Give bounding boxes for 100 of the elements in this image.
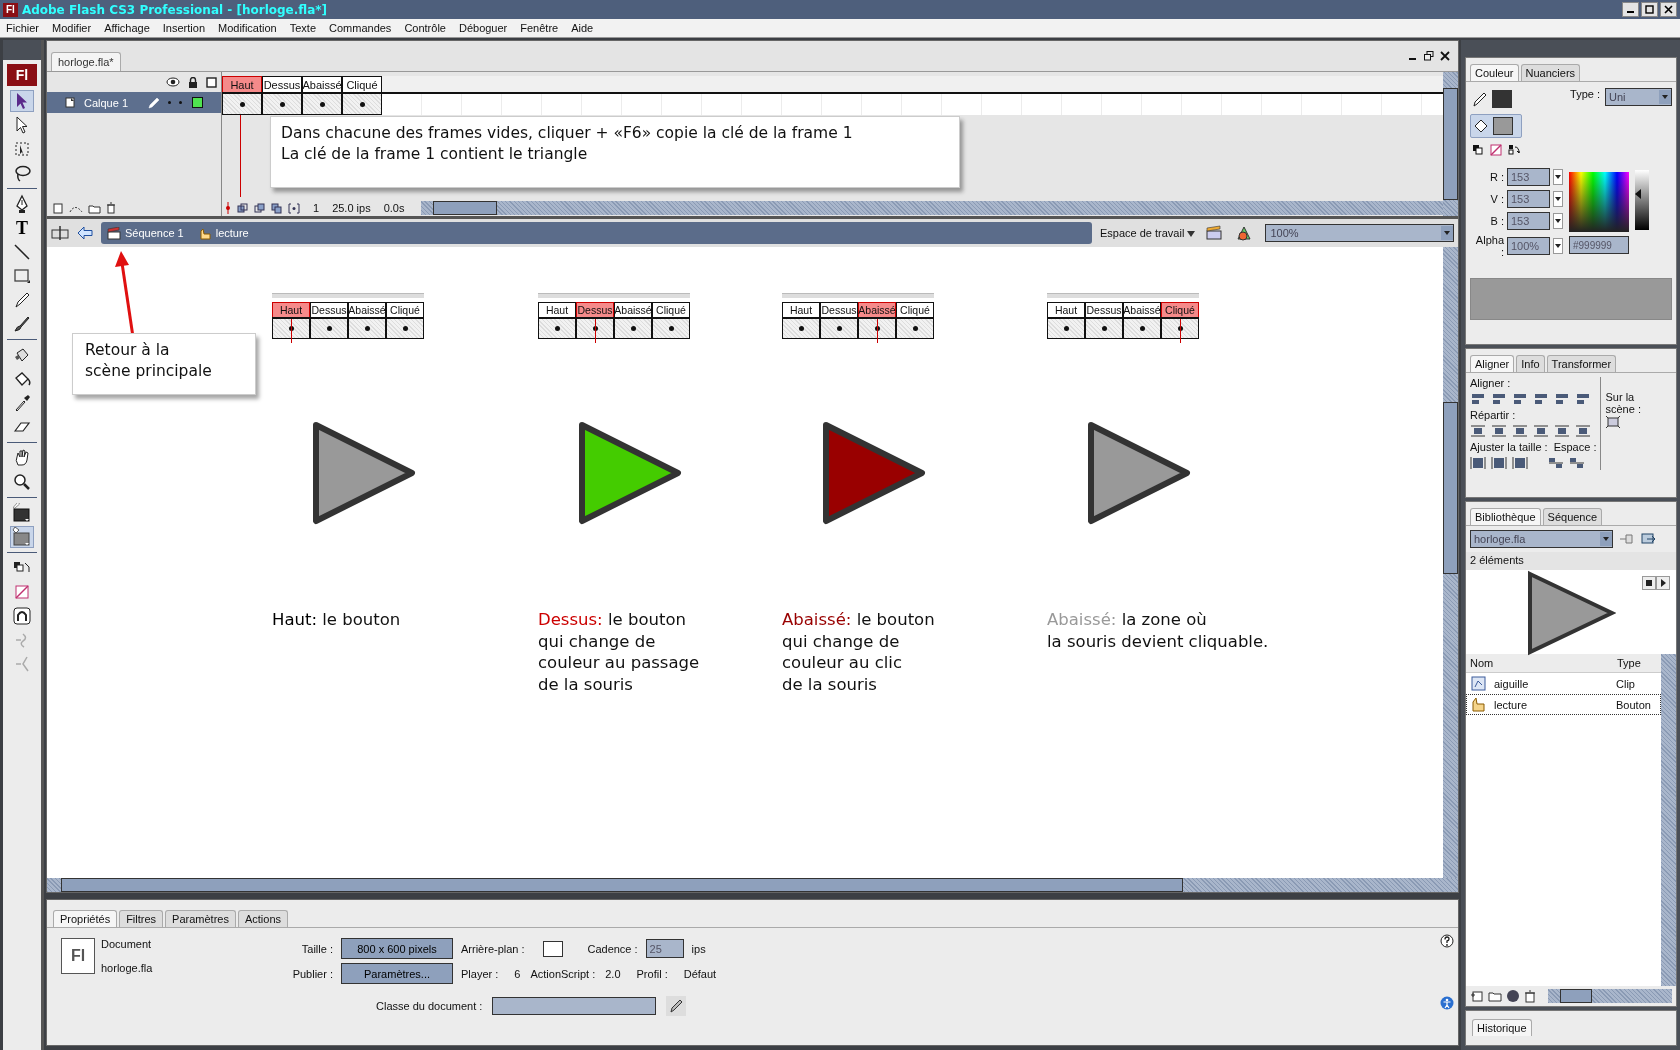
frame-rate-field[interactable]: 25 xyxy=(645,939,684,958)
panel-tab[interactable]: Paramètres xyxy=(165,910,236,927)
horizontal-scrollbar[interactable] xyxy=(1548,989,1672,1003)
close-button[interactable] xyxy=(1660,2,1677,17)
onion-skin-icon[interactable] xyxy=(254,202,266,214)
minimize-button[interactable] xyxy=(1622,2,1639,17)
library-item[interactable]: aiguille Clip xyxy=(1466,673,1661,694)
channel-field[interactable]: 153 xyxy=(1507,168,1550,186)
panel-tab[interactable]: Actions xyxy=(237,910,289,927)
type-dropdown[interactable]: Uni xyxy=(1605,88,1672,106)
tool-button[interactable] xyxy=(10,605,34,627)
dropdown-button[interactable] xyxy=(1553,238,1563,254)
keyframe-cell[interactable] xyxy=(222,94,262,115)
channel-field[interactable]: 100% xyxy=(1507,237,1550,255)
panel-tab[interactable]: Nuanciers xyxy=(1520,64,1581,81)
panel-tab[interactable]: Bibliothèque xyxy=(1470,508,1541,525)
distribute-icon[interactable] xyxy=(1470,424,1486,438)
vertical-scrollbar[interactable] xyxy=(1443,72,1458,216)
menu-item[interactable]: Contrôle xyxy=(404,22,446,34)
stroke-color-swatch[interactable] xyxy=(1492,90,1512,108)
new-symbol-icon[interactable] xyxy=(1470,989,1484,1003)
align-icon[interactable] xyxy=(1491,392,1507,406)
no-color-icon[interactable] xyxy=(1490,144,1502,156)
menu-item[interactable]: Déboguer xyxy=(458,22,508,34)
document-tab[interactable]: horloge.fla* xyxy=(51,52,121,71)
align-icon[interactable] xyxy=(1575,392,1591,406)
library-dropdown[interactable]: horloge.fla xyxy=(1470,530,1613,548)
maximize-button[interactable] xyxy=(1641,2,1658,17)
back-arrow-icon[interactable] xyxy=(77,226,93,240)
frame-label[interactable]: Dessus xyxy=(262,76,302,92)
panel-tab[interactable]: Propriétés xyxy=(53,910,118,927)
close-icon[interactable] xyxy=(1440,51,1450,61)
outline-icon[interactable] xyxy=(206,76,217,88)
align-icon[interactable] xyxy=(1512,392,1528,406)
breadcrumb-link[interactable]: Séquence 1 xyxy=(107,226,184,240)
stop-button[interactable] xyxy=(1642,576,1656,590)
keyframe-cell[interactable] xyxy=(262,94,302,115)
menu-item[interactable]: Texte xyxy=(289,22,316,34)
column-header[interactable]: Nom xyxy=(1470,657,1617,669)
panel-tab[interactable]: Transformer xyxy=(1546,355,1617,372)
distribute-icon[interactable] xyxy=(1533,424,1549,438)
stage-align-icon[interactable] xyxy=(1605,415,1622,429)
match-size-icon[interactable] xyxy=(1470,456,1486,470)
horizontal-scrollbar[interactable] xyxy=(47,878,1458,892)
menu-item[interactable]: Modification xyxy=(218,22,277,34)
trash-icon[interactable] xyxy=(1524,989,1536,1003)
panel-tab[interactable]: Séquence xyxy=(1542,508,1603,525)
play-button[interactable] xyxy=(1656,576,1670,590)
menu-item[interactable]: Commandes xyxy=(329,22,392,34)
channel-field[interactable]: 153 xyxy=(1507,212,1550,230)
dropdown-button[interactable] xyxy=(1553,169,1563,185)
menu-item[interactable]: Aide xyxy=(571,22,594,34)
folder-icon[interactable] xyxy=(1488,989,1502,1003)
publish-settings-button[interactable]: Paramètres... xyxy=(341,963,453,984)
vertical-scrollbar[interactable] xyxy=(1661,654,1676,986)
dropdown-button[interactable] xyxy=(1553,213,1563,229)
accessibility-icon[interactable] xyxy=(1440,996,1454,1010)
trash-icon[interactable] xyxy=(106,202,116,214)
align-icon[interactable] xyxy=(1533,392,1549,406)
frame-label[interactable]: Cliqué xyxy=(342,76,382,92)
frame-label[interactable]: Haut xyxy=(222,76,262,92)
tool-button[interactable] xyxy=(10,90,34,112)
spacing-icon[interactable] xyxy=(1569,456,1585,470)
match-size-icon[interactable] xyxy=(1512,456,1528,470)
panel-tab[interactable]: Aligner xyxy=(1470,355,1515,372)
playhead-icon[interactable] xyxy=(224,202,232,214)
pin-icon[interactable] xyxy=(1619,532,1635,546)
dropdown-button[interactable] xyxy=(1553,191,1563,207)
panel-tab[interactable]: Historique xyxy=(1472,1019,1532,1036)
fill-color-swatch[interactable] xyxy=(1493,117,1513,135)
background-color-swatch[interactable] xyxy=(543,940,563,957)
slider-handle[interactable] xyxy=(1635,189,1641,199)
menu-item[interactable]: Fichier xyxy=(6,22,39,34)
edit-button[interactable] xyxy=(666,996,687,1016)
hex-field[interactable]: #999999 xyxy=(1569,236,1629,254)
match-size-icon[interactable] xyxy=(1491,456,1507,470)
panel-tab[interactable]: Couleur xyxy=(1470,64,1519,81)
zoom-dropdown[interactable]: 100% xyxy=(1265,224,1454,242)
folder-icon[interactable] xyxy=(88,202,101,214)
menu-item[interactable]: Fenêtre xyxy=(520,22,559,34)
panel-tab[interactable]: Filtres xyxy=(119,910,164,927)
distribute-icon[interactable] xyxy=(1575,424,1591,438)
horizontal-scrollbar[interactable] xyxy=(421,201,1443,215)
keyframe-cell[interactable] xyxy=(342,94,382,115)
align-icon[interactable] xyxy=(1470,392,1486,406)
help-icon[interactable] xyxy=(1440,934,1454,948)
menu-item[interactable]: Insertion xyxy=(162,22,205,34)
onion-outline-icon[interactable] xyxy=(271,202,283,214)
tool-button[interactable]: T xyxy=(10,217,34,239)
restore-icon[interactable] xyxy=(1424,51,1434,61)
vertical-scrollbar[interactable] xyxy=(1443,247,1458,878)
distribute-icon[interactable] xyxy=(1554,424,1570,438)
edit-markers-icon[interactable] xyxy=(288,202,300,214)
frame-label[interactable]: Abaissé xyxy=(302,76,342,92)
keyframe-cell[interactable] xyxy=(302,94,342,115)
align-icon[interactable] xyxy=(1554,392,1570,406)
default-colors-icon[interactable] xyxy=(1472,144,1484,156)
column-header[interactable]: Type xyxy=(1617,657,1657,669)
document-class-field[interactable] xyxy=(492,997,657,1015)
distribute-icon[interactable] xyxy=(1491,424,1507,438)
